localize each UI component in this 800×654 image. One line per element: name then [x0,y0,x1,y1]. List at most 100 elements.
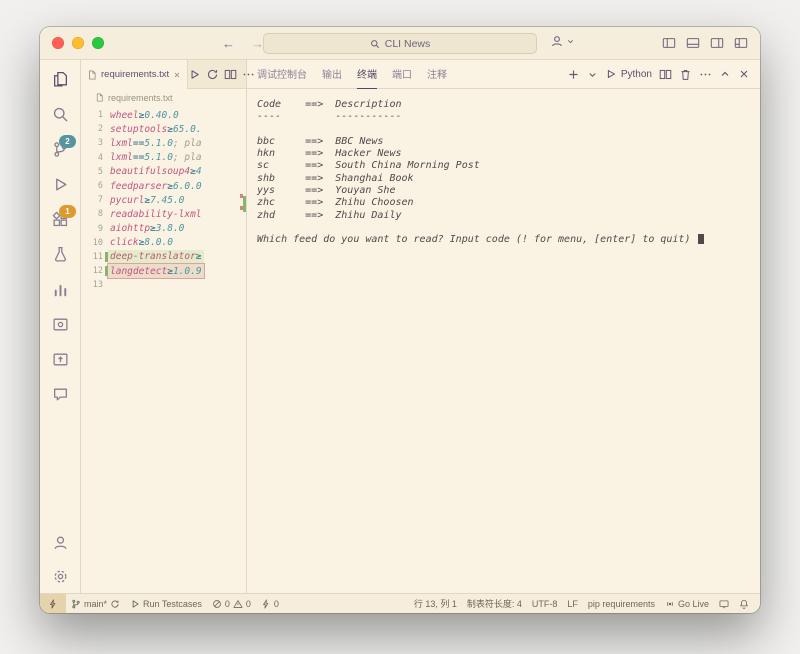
tab-label: 终端 [357,66,377,81]
chevron-down-icon[interactable] [587,69,598,80]
more-actions-icon[interactable] [699,68,712,81]
split-terminal-icon[interactable] [659,68,672,81]
pkg-name: pycurl [110,195,144,206]
status-bar: main* Run Testcases 0 0 0 行 13, 列 1 制表符长… [40,593,760,613]
screen-cast-button[interactable] [714,599,734,609]
tab-terminal[interactable]: 终端 [357,60,377,89]
close-tab-icon[interactable] [173,71,181,79]
rerun-icon[interactable] [206,68,219,81]
tab-comments[interactable]: 注释 [427,60,447,89]
tab-requirements-txt[interactable]: requirements.txt [81,60,188,89]
sidebar-item-comments[interactable] [49,383,71,405]
command-center-search[interactable]: CLI News [263,33,537,54]
code-line[interactable]: 13 [81,278,246,292]
tab-debug-console[interactable]: 调试控制台 [257,60,307,89]
line-number: 8 [81,209,108,219]
play-icon [130,599,140,609]
files-icon [52,71,69,88]
pkg-op: == [133,152,144,163]
beaker-icon [52,246,69,263]
code-line[interactable]: 7pycurl≥7.45.0 [81,193,246,207]
code-line-selected[interactable]: 12langdetect≥1.0.9 [81,264,246,278]
ports-item[interactable]: 0 [256,599,284,609]
new-terminal-icon[interactable] [567,68,580,81]
back-button[interactable]: ← [222,36,235,51]
file-icon [95,93,104,102]
terminal-output[interactable]: Code ==> Description ---- ----------- bb… [247,89,760,593]
run-file-icon[interactable] [188,68,201,81]
sidebar-item-run-debug[interactable] [49,173,71,195]
account-button[interactable] [49,531,71,553]
pkg-version: 8.0.0 [144,237,173,248]
notifications-bell-button[interactable] [734,599,754,609]
tab-size[interactable]: 制表符长度: 4 [462,597,527,610]
code-line[interactable]: 5beautifulsoup4≥4 [81,165,246,179]
tab-ports[interactable]: 端口 [392,60,412,89]
run-testcases-button[interactable]: Run Testcases [125,599,207,609]
language-mode[interactable]: pip requirements [583,599,660,609]
problems-item[interactable]: 0 0 [207,599,256,609]
code-line[interactable]: 3lxml==5.1.0; pla [81,136,246,150]
terminal-line: yys ==> Youyan She [257,185,756,197]
sidebar-item-explorer[interactable] [49,68,71,90]
editor-group: requirements.txt requirements.txt 1wheel… [81,60,247,593]
tab-output[interactable]: 输出 [322,60,342,89]
terminal-prompt-line[interactable]: Which feed do you want to read? Input co… [257,234,756,246]
go-live-button[interactable]: Go Live [660,599,714,609]
pkg-name: lxml [110,152,133,163]
settings-gear-button[interactable] [49,565,71,587]
profile-menu-button[interactable] [550,34,575,48]
remote-zap-icon [48,599,58,609]
eol-sequence[interactable]: LF [562,599,583,609]
code-line[interactable]: 10click≥8.0.0 [81,236,246,250]
language-label: pip requirements [588,599,655,609]
sidebar-item-source-control[interactable]: 2 [49,138,71,160]
customize-layout-icon[interactable] [734,36,748,50]
toggle-sidebar-icon[interactable] [662,36,676,50]
kill-terminal-icon[interactable] [679,68,692,81]
box-gear-icon [52,316,69,333]
close-panel-icon[interactable] [738,68,750,80]
ports-count: 0 [274,599,279,609]
pkg-rest: ; pla [173,138,202,149]
editor-body[interactable]: 1wheel≥0.40.0 2setuptools≥65.0. 3lxml==5… [81,106,246,593]
code-line[interactable]: 8readability-lxml [81,207,246,221]
code-line[interactable]: 1wheel≥0.40.0 [81,108,246,122]
code-line[interactable]: 6feedparser≥6.0.0 [81,179,246,193]
toggle-panel-icon[interactable] [686,36,700,50]
terminal-line [257,222,756,234]
bell-icon [739,599,749,609]
encoding[interactable]: UTF-8 [527,599,563,609]
zoom-window-button[interactable] [92,37,104,49]
overview-ruler[interactable] [240,106,246,593]
sidebar-item-extensions[interactable]: 1 [49,208,71,230]
line-number: 4 [81,153,108,163]
terminal-line: hkn ==> Hacker News [257,148,756,160]
close-window-button[interactable] [52,37,64,49]
maximize-panel-icon[interactable] [719,68,731,80]
sidebar-item-charts[interactable] [49,278,71,300]
terminal-instance[interactable]: Python [605,68,652,80]
sidebar-item-publish[interactable] [49,348,71,370]
code-line[interactable]: 2setuptools≥65.0. [81,122,246,136]
code-line-selected[interactable]: 11deep-translator≥ [81,250,246,264]
split-editor-icon[interactable] [224,68,237,81]
cursor-position[interactable]: 行 13, 列 1 [409,597,462,610]
breadcrumb[interactable]: requirements.txt [81,89,246,106]
branch-item[interactable]: main* [66,599,125,609]
code-line[interactable]: 4lxml==5.1.0; pla [81,151,246,165]
pkg-name: aiohttp [110,223,150,234]
terminal-line: ---- ----------- [257,111,756,123]
sidebar-item-remote-explorer[interactable] [49,313,71,335]
minimize-window-button[interactable] [72,37,84,49]
screen-icon [719,599,729,609]
code-line[interactable]: 9aiohttp≥3.8.0 [81,222,246,236]
search-text: CLI News [385,38,431,50]
sidebar-item-testing[interactable] [49,243,71,265]
sidebar-item-search[interactable] [49,103,71,125]
toggle-secondary-sidebar-icon[interactable] [710,36,724,50]
remote-indicator[interactable] [40,594,66,613]
pkg-op: ≥ [196,251,202,262]
history-nav: ← → [222,36,264,51]
file-icon [87,70,97,80]
